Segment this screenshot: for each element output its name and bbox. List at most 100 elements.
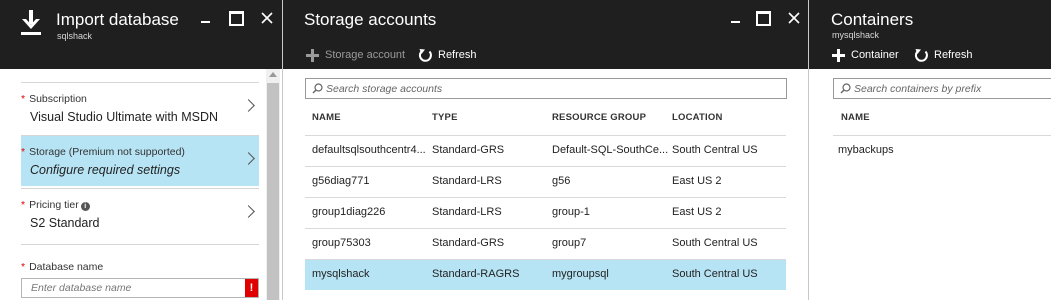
close-icon[interactable] — [786, 10, 802, 26]
chevron-right-icon — [242, 99, 255, 112]
cell-name: mysqlshack — [312, 268, 370, 280]
required-marker: * — [21, 93, 26, 105]
cell-name: defaultsqlsouthcentr4... — [312, 144, 426, 156]
cell-resource-group: g56 — [552, 175, 571, 187]
refresh-label: Refresh — [438, 49, 477, 61]
column-header-resource-group[interactable]: RESOURCE GROUP — [552, 112, 670, 123]
database-name-label-text: Database name — [29, 261, 104, 273]
table-row-selected[interactable]: mysqlshack Standard-RAGRS mygroupsql Sou… — [305, 259, 786, 290]
subscription-value: Visual Studio Ultimate with MSDN — [30, 110, 219, 124]
cell-location: South Central US — [672, 268, 758, 280]
database-name-label: * Database name — [21, 261, 103, 273]
cell-type: Standard-GRS — [432, 144, 505, 156]
table-row[interactable]: defaultsqlsouthcentr4... Standard-GRS De… — [305, 135, 786, 166]
table-row[interactable]: g56diag771 Standard-LRS g56 East US 2 — [305, 166, 786, 197]
cell-location: South Central US — [672, 144, 758, 156]
search-containers-box — [833, 78, 1051, 99]
containers-blade-header: Containers mysqlshack Container Refresh — [809, 0, 1051, 69]
import-form: * Subscription Visual Studio Ultimate wit… — [0, 69, 282, 300]
cell-resource-group: group7 — [552, 237, 587, 249]
refresh-label: Refresh — [934, 49, 973, 61]
add-storage-account-label: Storage account — [325, 49, 406, 61]
maximize-icon[interactable] — [755, 10, 771, 26]
cell-name: group1diag226 — [312, 206, 386, 218]
cell-location: East US 2 — [672, 175, 722, 187]
info-icon[interactable]: i — [80, 202, 90, 211]
storage-blade-header: Storage accounts Storage account Refresh — [283, 0, 808, 69]
pricing-tier-value: S2 Standard — [30, 216, 100, 230]
column-header-name[interactable]: NAME — [841, 112, 870, 123]
search-containers-input[interactable] — [854, 79, 1051, 98]
search-icon — [312, 83, 323, 97]
table-header: NAME — [833, 105, 1051, 135]
storage-field[interactable]: * Storage (Premium not supported) Configu… — [21, 135, 259, 186]
storage-value: Configure required settings — [30, 163, 181, 177]
cell-name: group75303 — [312, 237, 371, 249]
cell-location: East US 2 — [672, 206, 722, 218]
cell-resource-group: Default-SQL-SouthCe... — [552, 144, 669, 156]
minimize-icon[interactable] — [197, 10, 213, 26]
cell-type: Standard-LRS — [432, 175, 502, 187]
containers-blade: Containers mysqlshack Container Refresh … — [809, 0, 1051, 300]
cell-type: Standard-RAGRS — [432, 268, 520, 280]
storage-label-text: Storage (Premium not supported) — [29, 146, 185, 158]
containers-blade-title: Containers — [831, 10, 914, 29]
import-blade-header: Import database sqlshack — [0, 0, 282, 69]
pricing-tier-label: * Pricing tier i — [21, 199, 90, 211]
cell-resource-group: group-1 — [552, 206, 590, 218]
table-row[interactable]: mybackups — [833, 135, 1051, 166]
import-database-blade: Import database sqlshack * Subscription V… — [0, 0, 283, 300]
refresh-button[interactable]: Refresh — [914, 46, 973, 64]
subscription-field[interactable]: * Subscription Visual Studio Ultimate wit… — [21, 82, 259, 133]
error-badge: ! — [245, 279, 258, 297]
pricing-tier-label-text: Pricing tier — [29, 199, 79, 211]
containers-blade-subtitle: mysqlshack — [832, 30, 880, 40]
database-name-input-wrapper: ! — [21, 278, 259, 298]
required-marker: * — [21, 199, 26, 211]
column-header-type[interactable]: TYPE — [432, 112, 550, 123]
import-blade-subtitle: sqlshack — [57, 31, 93, 41]
import-form-scrollbar[interactable] — [266, 69, 280, 300]
scroll-up-arrow-icon[interactable] — [269, 72, 277, 77]
close-icon[interactable] — [259, 10, 275, 26]
required-marker: * — [21, 261, 26, 273]
database-name-field: * Database name — [21, 244, 259, 274]
import-blade-title: Import database — [56, 10, 179, 29]
required-marker: * — [21, 146, 26, 158]
plus-icon — [305, 48, 320, 63]
download-icon — [20, 10, 42, 39]
column-header-location[interactable]: LOCATION — [672, 112, 782, 123]
refresh-icon — [418, 48, 433, 63]
cell-resource-group: mygroupsql — [552, 268, 609, 280]
table-row[interactable]: group75303 Standard-GRS group7 South Cen… — [305, 228, 786, 259]
add-container-label: Container — [851, 49, 899, 61]
storage-accounts-blade: Storage accounts Storage account Refresh… — [283, 0, 809, 300]
minimize-icon[interactable] — [727, 10, 743, 26]
chevron-right-icon — [242, 205, 255, 218]
add-container-button[interactable]: Container — [831, 46, 899, 64]
search-storage-input[interactable] — [326, 79, 776, 98]
cell-location: South Central US — [672, 237, 758, 249]
refresh-icon — [914, 48, 929, 63]
pricing-tier-field[interactable]: * Pricing tier i S2 Standard — [21, 188, 259, 239]
maximize-icon[interactable] — [228, 10, 244, 26]
search-icon — [840, 83, 851, 97]
plus-icon — [831, 48, 846, 63]
scroll-thumb[interactable] — [267, 83, 279, 300]
cell-name: mybackups — [838, 144, 894, 156]
storage-label: * Storage (Premium not supported) — [21, 146, 185, 158]
search-storage-box — [305, 78, 787, 99]
column-header-name[interactable]: NAME — [312, 112, 430, 123]
subscription-label: * Subscription — [21, 93, 87, 105]
table-row[interactable]: group1diag226 Standard-LRS group-1 East … — [305, 197, 786, 228]
cell-name: g56diag771 — [312, 175, 370, 187]
cell-type: Standard-LRS — [432, 206, 502, 218]
chevron-right-icon — [242, 152, 255, 165]
cell-type: Standard-GRS — [432, 237, 505, 249]
refresh-button[interactable]: Refresh — [418, 46, 477, 64]
add-storage-account-button[interactable]: Storage account — [305, 46, 405, 64]
database-name-input[interactable] — [22, 279, 246, 297]
storage-blade-title: Storage accounts — [304, 10, 437, 29]
subscription-label-text: Subscription — [29, 93, 87, 105]
table-header: NAME TYPE RESOURCE GROUP LOCATION — [305, 105, 786, 135]
